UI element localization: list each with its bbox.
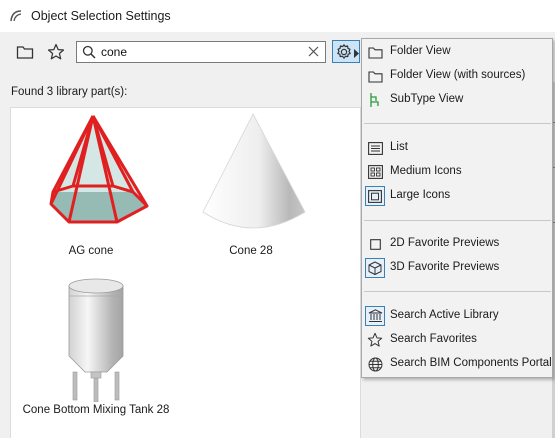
gear-icon (335, 43, 353, 64)
menu-separator (364, 220, 551, 221)
mixing-tank-thumbnail (68, 278, 124, 402)
result-item[interactable]: Cone 28 (181, 112, 321, 262)
menu-item-medium-icons[interactable]: Medium Icons (362, 161, 552, 183)
result-item-label: Cone 28 (229, 245, 273, 257)
star-icon (365, 330, 385, 350)
title-bar: Object Selection Settings (0, 0, 555, 32)
archicad-logo-icon (9, 9, 23, 23)
folder-icon (365, 42, 385, 62)
menu-item-label: 3D Favorite Previews (390, 261, 500, 273)
menu-item-label: Medium Icons (390, 165, 462, 177)
window-title: Object Selection Settings (31, 9, 171, 23)
menu-item-search-active-library[interactable]: Search Active Library (362, 305, 552, 327)
menu-item-search-favorites[interactable]: Search Favorites (362, 329, 552, 351)
library-icon (365, 306, 385, 326)
view-options-menu: Folder View Folder View (with sources) S… (361, 38, 553, 378)
menu-item-label: Large Icons (390, 189, 451, 201)
caret-right-icon (354, 47, 359, 61)
cube-icon (365, 258, 385, 278)
result-item[interactable]: Cone Bottom Mixing Tank 28 (11, 268, 181, 418)
folder-icon (365, 66, 385, 86)
results-count: Found 3 library part(s): (11, 86, 128, 98)
menu-item-search-bim-components-portal[interactable]: Search BIM Components Portal (362, 353, 552, 375)
menu-item-folder-view[interactable]: Folder View (362, 41, 552, 63)
star-icon[interactable] (45, 41, 67, 63)
medium-icons-icon (365, 162, 385, 182)
menu-item-label: Folder View (with sources) (390, 69, 526, 81)
search-input[interactable] (101, 44, 301, 60)
large-icons-icon (365, 186, 385, 206)
globe-icon (365, 354, 385, 374)
menu-item-large-icons[interactable]: Large Icons (362, 185, 552, 207)
menu-item-label: Search Favorites (390, 333, 477, 345)
results-panel: AG cone Cone 28 Cone Bottom Mixing Tank … (10, 107, 361, 438)
menu-item-subtype-view[interactable]: SubType View (362, 89, 552, 111)
folder-icon[interactable] (14, 41, 36, 63)
search-icon (82, 45, 96, 62)
menu-item-3d-favorite-previews[interactable]: 3D Favorite Previews (362, 257, 552, 279)
menu-item-label: SubType View (390, 93, 464, 105)
menu-item-label: Search Active Library (390, 309, 499, 321)
menu-item-list[interactable]: List (362, 137, 552, 159)
ag-cone-thumbnail (49, 115, 149, 224)
menu-separator (364, 123, 551, 124)
settings-menu-button[interactable] (332, 40, 360, 63)
result-item-label: AG cone (68, 245, 114, 257)
menu-item-label: List (390, 141, 408, 153)
menu-item-label: Folder View (390, 45, 451, 57)
subtype-icon (365, 90, 385, 110)
list-icon (365, 138, 385, 158)
menu-item-label: Search BIM Components Portal (390, 357, 552, 369)
menu-item-label: 2D Favorite Previews (390, 237, 500, 249)
search-field[interactable] (76, 41, 326, 63)
menu-item-2d-favorite-previews[interactable]: 2D Favorite Previews (362, 233, 552, 255)
clear-search-icon[interactable] (307, 45, 320, 61)
menu-item-folder-view-with-sources[interactable]: Folder View (with sources) (362, 65, 552, 87)
menu-separator (364, 291, 551, 292)
result-item[interactable]: AG cone (21, 112, 161, 262)
result-item-label: Cone Bottom Mixing Tank 28 (22, 404, 170, 416)
cone-28-thumbnail (202, 113, 306, 229)
square-icon (365, 234, 385, 254)
